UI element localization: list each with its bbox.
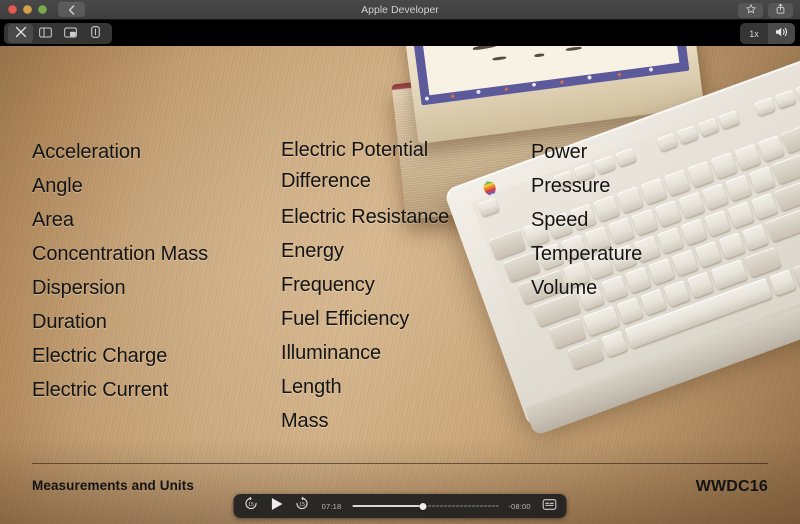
measurement-item: Duration <box>32 311 107 333</box>
volume-button[interactable] <box>768 23 795 44</box>
player-top-toolbar: 1x <box>0 20 800 46</box>
measurement-item: Volume <box>531 277 598 299</box>
sidebar-icon <box>39 25 52 43</box>
close-icon <box>15 25 27 43</box>
back-button[interactable] <box>58 2 85 17</box>
measurement-item: Acceleration <box>32 141 141 163</box>
progress-knob[interactable] <box>419 502 427 510</box>
measurement-column-3: Power Pressure Speed Temperature Volume <box>531 135 642 305</box>
measurement-item: Length <box>281 376 342 398</box>
skip-forward-15-button[interactable]: 15 <box>294 496 311 516</box>
progress-filled <box>352 505 423 507</box>
picture-in-picture-button[interactable] <box>58 24 83 43</box>
window-titlebar: Apple Developer <box>0 0 800 20</box>
volume-icon <box>775 25 789 43</box>
measurement-item: Speed <box>531 209 589 231</box>
measurement-item: Area <box>32 209 74 231</box>
window-title: Apple Developer <box>361 4 439 16</box>
chevron-left-icon <box>68 4 75 15</box>
playback-speed-label: 1x <box>749 28 759 39</box>
skip-forward-15-icon: 15 <box>295 496 310 516</box>
bookmark-button[interactable] <box>738 1 763 19</box>
minimize-window-button[interactable] <box>23 5 32 14</box>
measurement-item: Electric Current <box>32 379 169 401</box>
measurement-column-1: Acceleration Angle Area Concentration Ma… <box>32 135 208 407</box>
airplay-button[interactable] <box>83 24 108 43</box>
remaining-time-label: -08:00 <box>508 501 531 511</box>
measurement-item: Pressure <box>531 175 611 197</box>
measurement-item: Electric Potential Difference <box>281 139 429 192</box>
measurement-item: Temperature <box>531 243 643 265</box>
play-pause-button[interactable] <box>269 497 285 516</box>
slide-footer-event: WWDC16 <box>695 478 768 495</box>
sidebar-toggle-button[interactable] <box>33 24 58 43</box>
slide-footer-divider <box>32 463 768 464</box>
measurement-item: Mass <box>281 410 329 432</box>
app-window: Apple Developer 1x Acceleration Angle Ar… <box>0 0 800 524</box>
share-icon <box>776 1 785 19</box>
video-player-surface[interactable]: Acceleration Angle Area Concentration Ma… <box>0 46 800 524</box>
slide-footer-title: Measurements and Units <box>32 478 194 493</box>
measurement-item: Electric Resistance <box>281 206 450 228</box>
slide-content: Acceleration Angle Area Concentration Ma… <box>0 46 800 524</box>
star-icon <box>745 1 756 19</box>
current-time-label: 07:18 <box>321 501 342 511</box>
playback-controls-bar: 15 15 07:18 -08:00 <box>233 494 567 518</box>
measurement-item: Energy <box>281 240 344 262</box>
captions-icon <box>542 497 556 515</box>
airplay-icon <box>91 25 100 43</box>
measurement-item: Angle <box>32 175 83 197</box>
playback-speed-button[interactable]: 1x <box>740 23 768 44</box>
skip-back-15-icon: 15 <box>244 496 259 516</box>
svg-text:15: 15 <box>248 502 254 508</box>
measurement-item: Dispersion <box>32 277 126 299</box>
player-toolbar-left-group <box>4 23 112 44</box>
captions-button[interactable] <box>541 498 558 515</box>
measurement-item: Power <box>531 141 588 163</box>
zoom-window-button[interactable] <box>38 5 47 14</box>
close-window-button[interactable] <box>8 5 17 14</box>
close-player-button[interactable] <box>8 24 33 43</box>
titlebar-actions <box>738 1 793 19</box>
progress-scrubber[interactable] <box>352 500 499 512</box>
player-toolbar-right-group: 1x <box>740 23 795 44</box>
skip-back-15-button[interactable]: 15 <box>243 496 260 516</box>
share-button[interactable] <box>768 1 793 19</box>
pip-icon <box>64 25 77 43</box>
measurement-item: Frequency <box>281 274 375 296</box>
measurement-column-2: Electric Potential Difference Electric R… <box>281 135 449 438</box>
measurement-item: Illuminance <box>281 342 382 364</box>
measurement-item: Fuel Efficiency <box>281 308 410 330</box>
svg-text:15: 15 <box>299 502 305 508</box>
traffic-lights <box>8 5 47 14</box>
measurement-item: Concentration Mass <box>32 243 209 265</box>
measurement-item: Electric Charge <box>32 345 168 367</box>
play-icon <box>270 497 283 516</box>
